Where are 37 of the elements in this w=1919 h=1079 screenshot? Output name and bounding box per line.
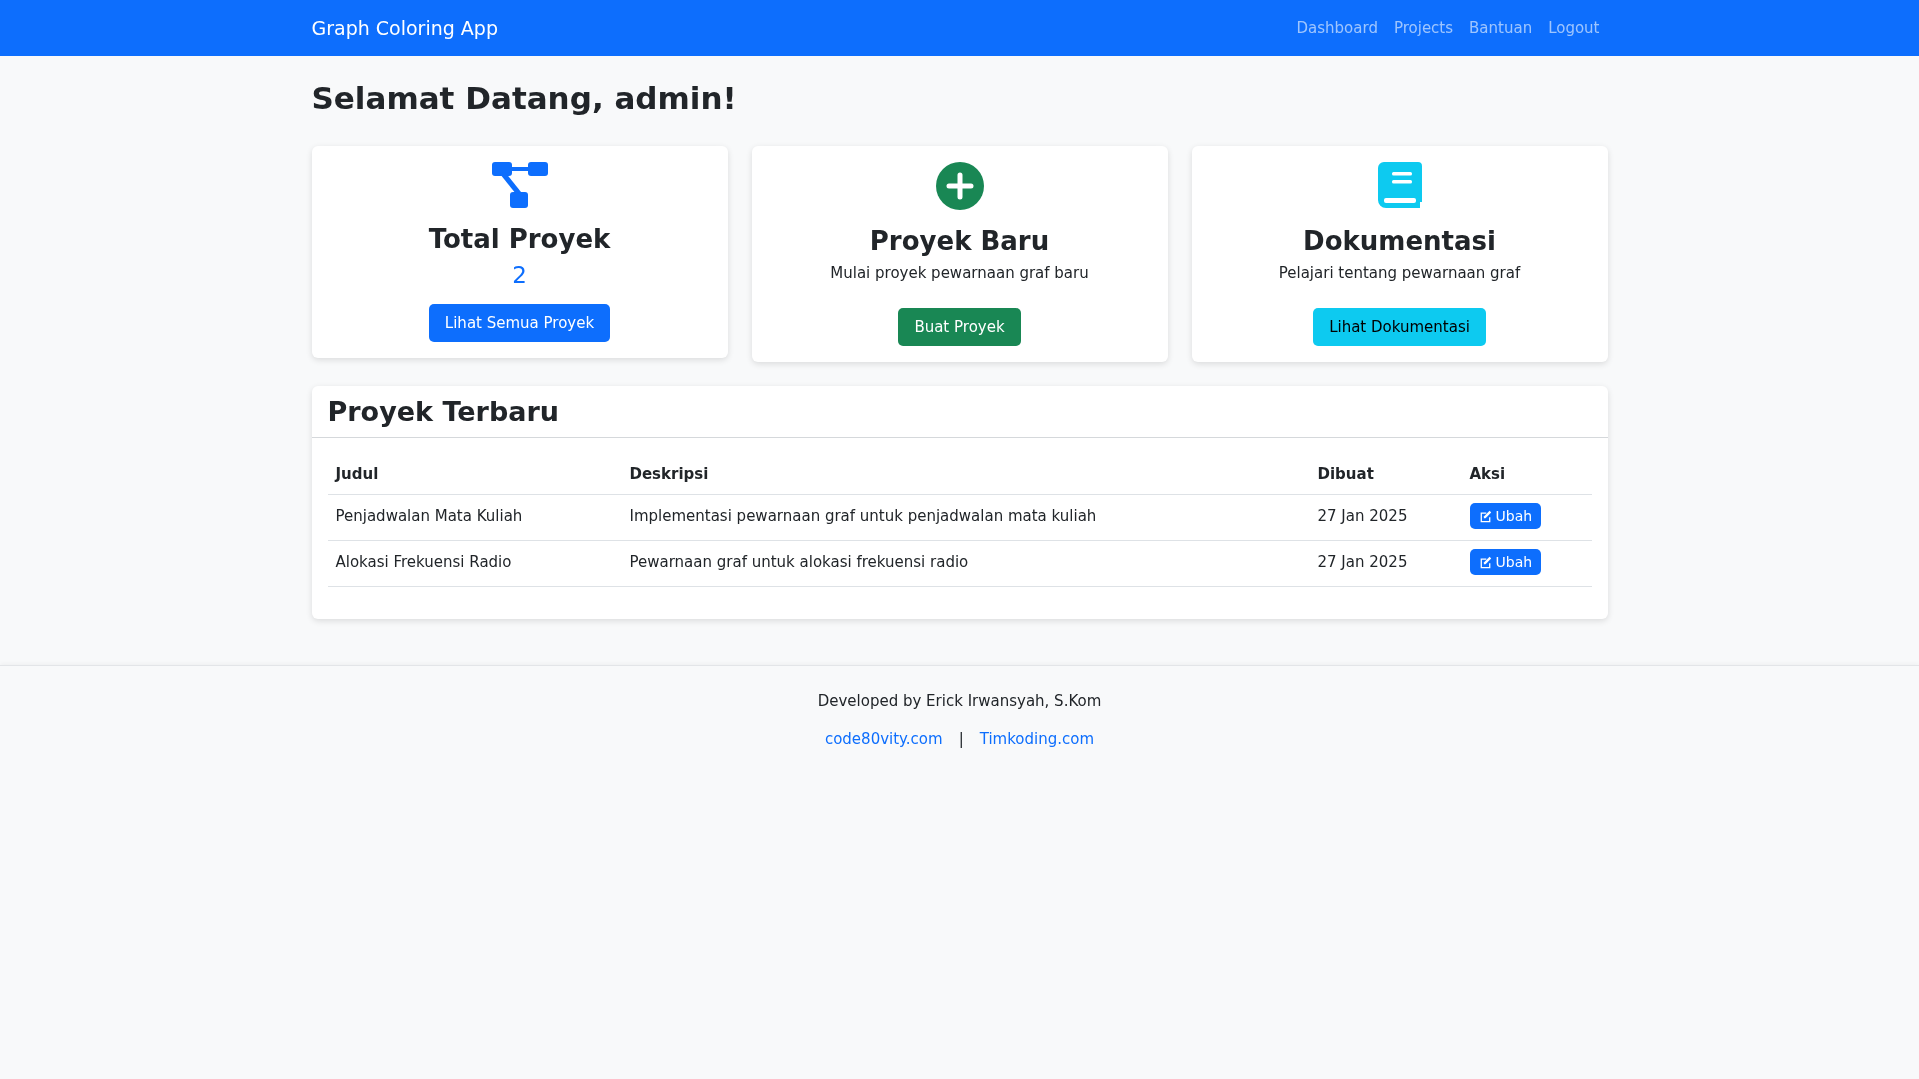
card-title: Dokumentasi bbox=[1303, 226, 1496, 256]
edit-icon bbox=[1478, 509, 1492, 523]
column-header: Judul bbox=[327, 454, 622, 495]
nav-link[interactable]: Logout bbox=[1548, 19, 1600, 37]
project-count: 2 bbox=[512, 262, 527, 288]
edit-icon bbox=[1478, 555, 1492, 569]
card-button[interactable]: Lihat Semua Proyek bbox=[428, 304, 611, 342]
edit-button[interactable]: Ubah bbox=[1469, 503, 1542, 529]
column-header: Dibuat bbox=[1309, 454, 1462, 495]
card-description: Mulai proyek pewarnaan graf baru bbox=[830, 264, 1089, 282]
card-description: Pelajari tentang pewarnaan graf bbox=[1278, 264, 1521, 282]
table-cell: 27 Jan 2025 bbox=[1309, 494, 1462, 541]
table-cell: Penjadwalan Mata Kuliah bbox=[327, 494, 622, 541]
column-header: Aksi bbox=[1461, 454, 1592, 495]
footer-credit: Developed by Erick Irwansyah, S.Kom bbox=[816, 692, 1103, 710]
plus-circle-icon bbox=[935, 162, 984, 210]
edit-button[interactable]: Ubah bbox=[1469, 549, 1542, 575]
diagram-icon bbox=[491, 162, 548, 208]
card-title: Total Proyek bbox=[428, 224, 611, 254]
card-title: Proyek Baru bbox=[869, 226, 1050, 256]
nav-link[interactable]: Bantuan bbox=[1469, 19, 1533, 37]
nav-link[interactable]: Projects bbox=[1393, 19, 1454, 37]
card-button[interactable]: Lihat Dokumentasi bbox=[1313, 308, 1486, 346]
brand-link[interactable]: Graph Coloring App bbox=[311, 17, 498, 39]
book-icon bbox=[1377, 162, 1422, 210]
table-cell: Alokasi Frekuensi Radio bbox=[327, 540, 622, 587]
nav-link[interactable]: Dashboard bbox=[1296, 19, 1378, 37]
table-cell: Implementasi pewarnaan graf untuk penjadwalan mata kuliah bbox=[621, 494, 1310, 541]
footer-link[interactable]: Timkoding.com bbox=[979, 730, 1095, 748]
table-cell: Pewarnaan graf untuk alokasi frekuensi radio bbox=[621, 540, 1310, 587]
card-button[interactable]: Buat Proyek bbox=[898, 308, 1021, 346]
footer-link[interactable]: code80vity.com bbox=[824, 730, 943, 748]
welcome-heading: Selamat Datang, admin! bbox=[311, 80, 738, 116]
section-title: Proyek Terbaru bbox=[327, 396, 560, 427]
table-cell: 27 Jan 2025 bbox=[1309, 540, 1462, 587]
column-header: Deskripsi bbox=[621, 454, 1310, 495]
separator: | bbox=[958, 730, 964, 748]
